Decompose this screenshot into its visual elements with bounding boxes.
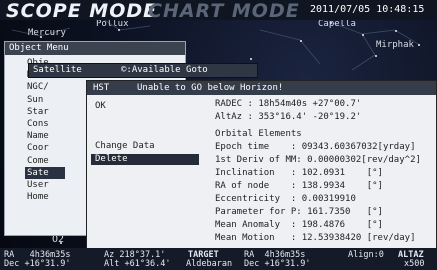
ra-of-node-row: RA of node : 138.9934 [°] (215, 181, 383, 191)
eccentricity-row: Eccentricity : 0.00319910 (215, 194, 356, 204)
star (250, 58, 252, 60)
sky-label-mirphak: Mirphak (376, 40, 414, 50)
star (395, 30, 397, 32)
panel-title-bar: HST Unable to GO below Horizon! (87, 81, 436, 95)
menu-item-constellation[interactable]: Cons (25, 118, 65, 130)
menu-item-coordinates[interactable]: Coor (25, 142, 65, 154)
action-list: OK Change Data Delete (89, 97, 207, 251)
menu-item-comet[interactable]: Come (25, 155, 65, 167)
date-time: 2011/07/05 10:48:15 (310, 4, 425, 15)
menu-item-ngc[interactable]: NGC/ (25, 81, 65, 93)
altaz-readout: AltAz : 353°16.4' -20°19.2' (215, 112, 362, 122)
scope-dec: Dec +16°31.9' (4, 259, 71, 269)
status-bar: RA 4h36m35s Dec +16°31.9' Az 218°37.1' A… (0, 248, 437, 270)
object-menu-list: Obje Mess NGC/ Sun Star Cons Name Coor C… (25, 57, 65, 203)
target-dec: Dec +16°31.9' (244, 259, 311, 269)
zoom-level: x500 (404, 259, 425, 269)
inclination-row: Inclination : 102.0931 [°] (215, 168, 383, 178)
scope-alt: Alt +61°36.4' (104, 259, 171, 269)
star (300, 40, 302, 42)
deriv-mm-row: 1st Deriv of MM: 0.00000302[rev/day^2] (215, 155, 421, 165)
target-name: Aldebaran (186, 259, 233, 269)
radec-readout: RADEC : 18h54m40s +27°00.7' (215, 99, 362, 109)
scope-mode-tab[interactable]: SCOPE MODE (6, 0, 157, 22)
star (362, 34, 364, 36)
menu-item-satellite[interactable]: Sate (25, 166, 65, 179)
orbital-elements-heading: Orbital Elements (215, 129, 302, 139)
sky-label-mercury: Mercury (28, 28, 66, 38)
star (375, 55, 377, 57)
sky-label-capella: Capella (318, 19, 356, 29)
satellite-submenu-bar: Satellite ©:Available Goto (28, 63, 258, 78)
menu-item-named[interactable]: Name (25, 130, 65, 142)
satellite-detail-panel: HST Unable to GO below Horizon! OK Chang… (86, 80, 437, 256)
chart-mode-tab[interactable]: CHART MODE (148, 0, 300, 22)
top-bar: SCOPE MODE CHART MODE 2011/07/05 10:48:1… (0, 0, 437, 22)
change-data-button[interactable]: Change Data (95, 141, 155, 152)
parameter-p-row: Parameter for P: 161.7350 [°] (215, 207, 383, 217)
available-goto-hint: ©:Available Goto (121, 65, 208, 75)
ok-button[interactable]: OK (95, 101, 106, 112)
menu-item-sun[interactable]: Sun (25, 94, 65, 106)
epoch-time-row: Epoch time : 09343.60367032[yrday] (215, 142, 416, 152)
satellite-name: HST (93, 83, 110, 93)
delete-button[interactable]: Delete (91, 154, 199, 165)
mean-anomaly-row: Mean Anomaly : 198.4876 [°] (215, 220, 383, 230)
align-status: Align:0 (348, 250, 384, 260)
object-menu-title: Object Menu (5, 42, 185, 55)
star (118, 29, 120, 31)
horizon-warning: Unable to GO below Horizon! (137, 83, 284, 93)
mean-motion-row: Mean Motion : 12.53938420 [rev/day] (215, 233, 416, 243)
satellite-label: Satellite (33, 65, 82, 75)
star (418, 44, 420, 46)
menu-item-star[interactable]: Star (25, 106, 65, 118)
menu-item-home[interactable]: Home (25, 191, 65, 203)
menu-item-user[interactable]: User (25, 179, 65, 191)
